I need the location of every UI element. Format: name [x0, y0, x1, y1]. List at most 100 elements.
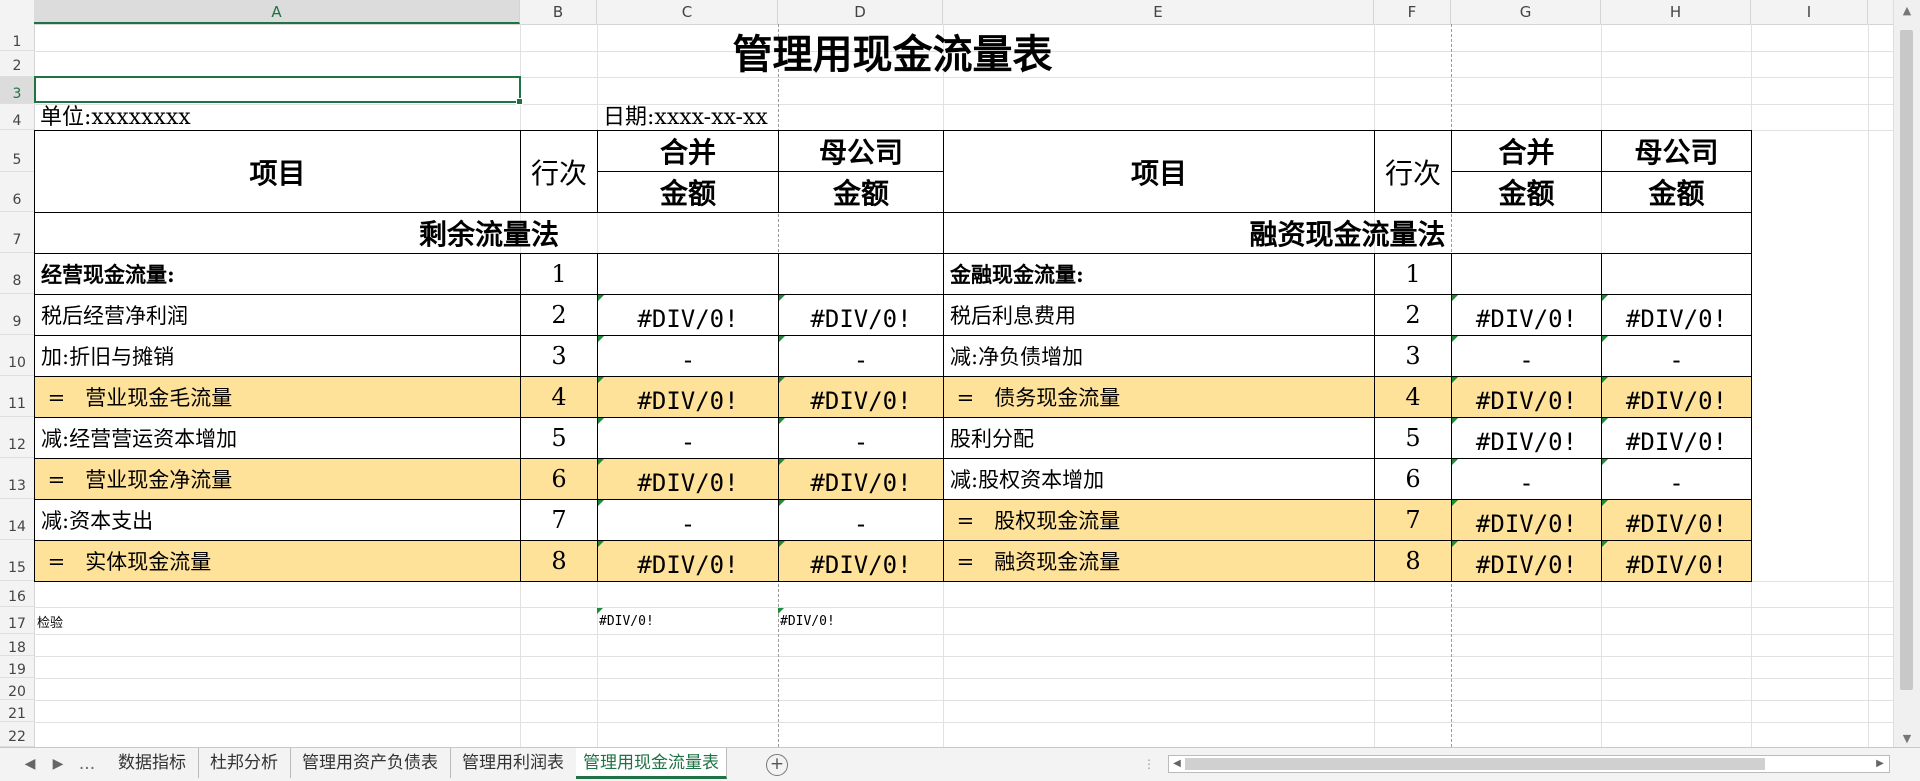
column-header-i[interactable]: I	[1751, 0, 1868, 24]
left-item-label[interactable]: = 实体现金流量	[34, 540, 521, 582]
row-header-4[interactable]: 4	[0, 104, 34, 130]
more-sheets-button[interactable]: ...	[76, 748, 98, 781]
right-parent-amount[interactable]: #DIV/0!	[1601, 376, 1752, 418]
left-parent-amount[interactable]: -	[778, 335, 944, 377]
right-consolidated-amount[interactable]: #DIV/0!	[1451, 499, 1602, 541]
right-consolidated-amount[interactable]: -	[1451, 458, 1602, 500]
right-parent-amount[interactable]: -	[1601, 458, 1752, 500]
column-header-a[interactable]: A	[34, 0, 520, 24]
section-residual-flow[interactable]: 剩余流量法	[34, 212, 944, 254]
left-line-number[interactable]: 6	[520, 458, 598, 500]
right-consolidated-amount[interactable]: #DIV/0!	[1451, 417, 1602, 459]
right-item-label[interactable]: = 股权现金流量	[943, 499, 1375, 541]
row-header-15[interactable]: 15	[0, 540, 34, 581]
section-financing-flow[interactable]: 融资现金流量法	[943, 212, 1752, 254]
tab-income-statement[interactable]: 管理用利润表	[450, 748, 577, 778]
add-sheet-icon[interactable]: +	[766, 754, 788, 776]
right-line-number[interactable]: 3	[1374, 335, 1452, 377]
left-consolidated-amount[interactable]: #DIV/0!	[597, 294, 779, 336]
left-parent-amount[interactable]: #DIV/0!	[778, 376, 944, 418]
left-item-label[interactable]: 减:资本支出	[34, 499, 521, 541]
left-parent-amount[interactable]: -	[778, 417, 944, 459]
row-header-3[interactable]: 3	[0, 77, 34, 104]
row-header-8[interactable]: 8	[0, 253, 34, 294]
right-parent-amount[interactable]: #DIV/0!	[1601, 417, 1752, 459]
column-header-g[interactable]: G	[1451, 0, 1601, 24]
left-item-label[interactable]: 加:折旧与摊销	[34, 335, 521, 377]
row-header-14[interactable]: 14	[0, 499, 34, 540]
header-item-left[interactable]: 项目	[34, 130, 521, 213]
right-consolidated-amount[interactable]: #DIV/0!	[1451, 376, 1602, 418]
prev-sheet-icon[interactable]: ◀	[22, 748, 38, 781]
header-amount-parent-left[interactable]: 金额	[778, 171, 944, 213]
tab-split-handle-icon[interactable]: ⋮	[1142, 748, 1156, 781]
left-parent-amount[interactable]: #DIV/0!	[778, 540, 944, 582]
left-item-label[interactable]: 经营现金流量:	[34, 253, 521, 295]
right-item-label[interactable]: 减:股权资本增加	[943, 458, 1375, 500]
right-line-number[interactable]: 6	[1374, 458, 1452, 500]
row-header-12[interactable]: 12	[0, 417, 34, 458]
header-amount-consolidated-right[interactable]: 金额	[1451, 171, 1602, 213]
unit-label[interactable]: 单位:xxxxxxxx	[40, 104, 510, 131]
row-header-5[interactable]: 5	[0, 130, 34, 172]
header-amount-consolidated-left[interactable]: 金额	[597, 171, 779, 213]
tab-cash-flow-statement[interactable]: 管理用现金流量表	[576, 748, 727, 779]
header-consolidated-left[interactable]: 合并	[597, 130, 779, 172]
left-line-number[interactable]: 2	[520, 294, 598, 336]
header-item-right[interactable]: 项目	[943, 130, 1375, 213]
right-parent-amount[interactable]: #DIV/0!	[1601, 499, 1752, 541]
sheet-title[interactable]: 管理用现金流量表	[34, 24, 1751, 78]
right-consolidated-amount[interactable]: #DIV/0!	[1451, 540, 1602, 582]
date-label[interactable]: 日期:xxxx-xx-xx	[603, 104, 933, 131]
left-parent-amount[interactable]: -	[778, 499, 944, 541]
right-item-label[interactable]: 股利分配	[943, 417, 1375, 459]
row-header-22[interactable]: 22	[0, 722, 34, 747]
right-item-label[interactable]: 税后利息费用	[943, 294, 1375, 336]
left-consolidated-amount[interactable]	[597, 253, 779, 295]
left-item-label[interactable]: 税后经营净利润	[34, 294, 521, 336]
right-item-label[interactable]: = 融资现金流量	[943, 540, 1375, 582]
right-line-number[interactable]: 2	[1374, 294, 1452, 336]
left-parent-amount[interactable]: #DIV/0!	[778, 458, 944, 500]
column-header-f[interactable]: F	[1374, 0, 1451, 24]
horizontal-scrollbar[interactable]: ◀ ▶	[1168, 755, 1890, 773]
check-parent-value[interactable]: #DIV/0!	[778, 608, 943, 634]
row-header-7[interactable]: 7	[0, 212, 34, 253]
left-line-number[interactable]: 3	[520, 335, 598, 377]
row-header-9[interactable]: 9	[0, 294, 34, 335]
left-parent-amount[interactable]	[778, 253, 944, 295]
select-all-corner[interactable]	[0, 0, 35, 24]
left-consolidated-amount[interactable]: #DIV/0!	[597, 458, 779, 500]
right-item-label[interactable]: = 债务现金流量	[943, 376, 1375, 418]
horizontal-scroll-thumb[interactable]	[1185, 758, 1765, 770]
column-header-c[interactable]: C	[597, 0, 778, 24]
left-consolidated-amount[interactable]: -	[597, 499, 779, 541]
left-consolidated-amount[interactable]: -	[597, 335, 779, 377]
right-line-number[interactable]: 7	[1374, 499, 1452, 541]
left-item-label[interactable]: = 营业现金净流量	[34, 458, 521, 500]
check-consolidated-value[interactable]: #DIV/0!	[597, 608, 778, 634]
tab-dupont-analysis[interactable]: 杜邦分析	[198, 748, 291, 778]
left-line-number[interactable]: 1	[520, 253, 598, 295]
right-parent-amount[interactable]: #DIV/0!	[1601, 540, 1752, 582]
header-amount-parent-right[interactable]: 金额	[1601, 171, 1752, 213]
right-consolidated-amount[interactable]: #DIV/0!	[1451, 294, 1602, 336]
column-header-h[interactable]: H	[1601, 0, 1751, 24]
scroll-up-icon[interactable]: ▲	[1894, 4, 1920, 17]
right-line-number[interactable]: 1	[1374, 253, 1452, 295]
right-parent-amount[interactable]	[1601, 253, 1752, 295]
vertical-scrollbar[interactable]: ▲ ▼	[1893, 0, 1920, 747]
right-item-label[interactable]: 金融现金流量:	[943, 253, 1375, 295]
header-line-no-left[interactable]: 行次	[520, 130, 598, 213]
row-header-16[interactable]: 16	[0, 581, 34, 607]
row-header-20[interactable]: 20	[0, 678, 34, 700]
selected-cell-a3[interactable]	[34, 76, 523, 105]
row-header-18[interactable]: 18	[0, 634, 34, 656]
left-consolidated-amount[interactable]: #DIV/0!	[597, 540, 779, 582]
vertical-scroll-thumb[interactable]	[1900, 30, 1913, 690]
column-header-e[interactable]: E	[943, 0, 1374, 24]
header-parent-right[interactable]: 母公司	[1601, 130, 1752, 172]
next-sheet-icon[interactable]: ▶	[50, 748, 66, 781]
right-consolidated-amount[interactable]	[1451, 253, 1602, 295]
scroll-left-icon[interactable]: ◀	[1171, 756, 1183, 772]
